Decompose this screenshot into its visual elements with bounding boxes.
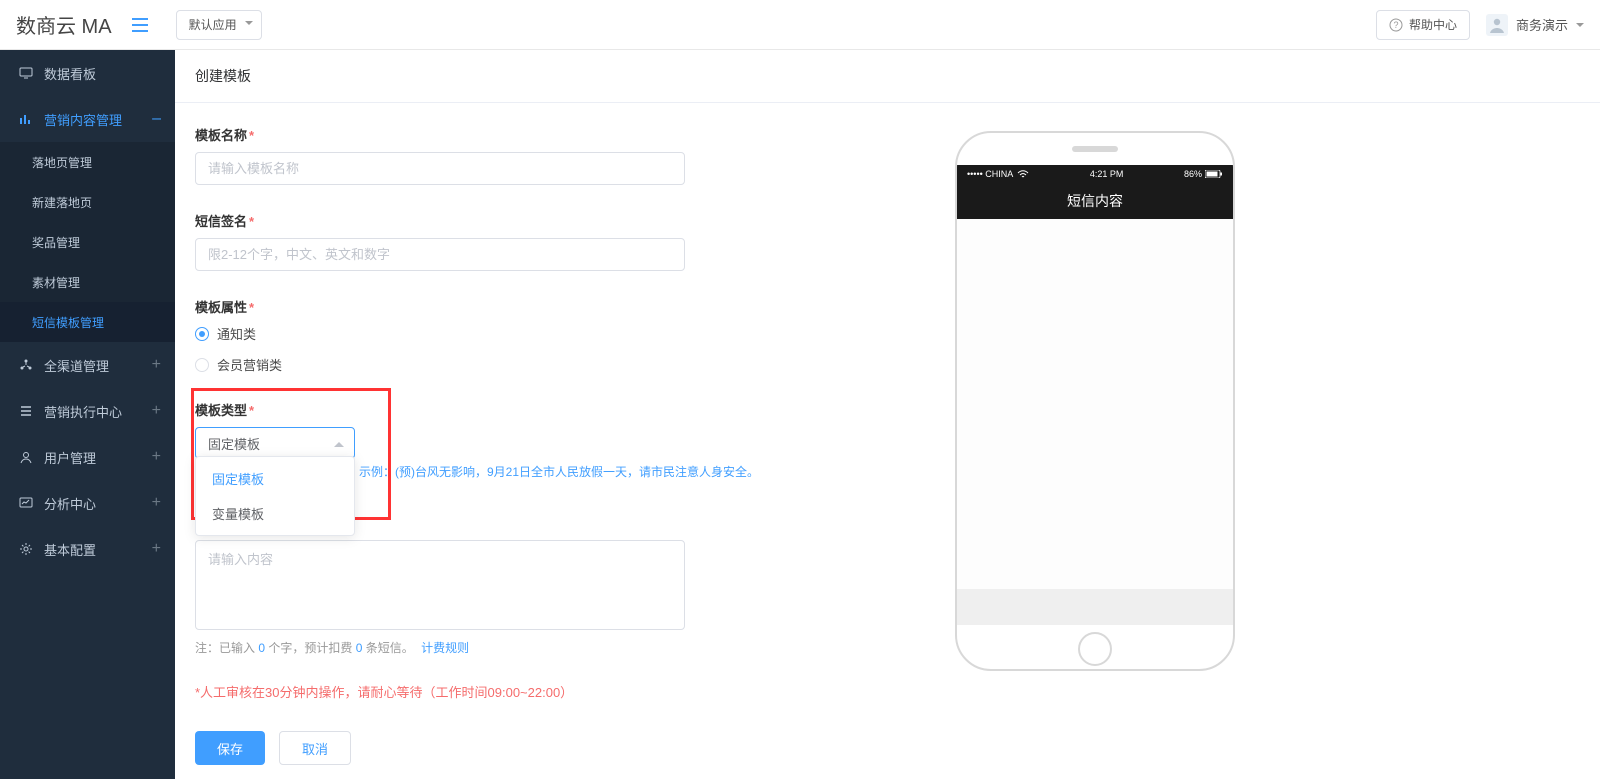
- template-type-dropdown: 固定模板 变量模板: [195, 456, 355, 536]
- radio-icon: [195, 327, 209, 341]
- home-button-icon: [1078, 632, 1112, 666]
- user-menu[interactable]: 商务演示: [1486, 14, 1584, 36]
- expand-icon: +: [152, 357, 161, 373]
- template-type-select[interactable]: 固定模板: [195, 427, 355, 459]
- phone-status-bar: ••••• CHINA 4:21 PM 86%: [957, 165, 1233, 183]
- chart-icon: [18, 111, 34, 127]
- review-warning: *人工审核在30分钟内操作，请耐心等待（工作时间09:00~22:00）: [195, 682, 915, 701]
- collapse-icon: –: [152, 111, 161, 127]
- page-title: 创建模板: [175, 50, 1600, 103]
- help-center-button[interactable]: ? 帮助中心: [1376, 10, 1470, 40]
- sidebar-item-omnichannel[interactable]: 全渠道管理 +: [0, 342, 175, 388]
- sidebar-sub-asset-manage[interactable]: 素材管理: [0, 262, 175, 302]
- template-attr-label: 模板属性*: [195, 297, 915, 316]
- save-button[interactable]: 保存: [195, 731, 265, 765]
- dropdown-item-variable[interactable]: 变量模板: [196, 496, 354, 531]
- sms-content-input[interactable]: [195, 540, 685, 630]
- phone-preview-title: 短信内容: [957, 183, 1233, 219]
- battery-icon: [1205, 170, 1223, 178]
- sidebar-sub-landing-manage[interactable]: 落地页管理: [0, 142, 175, 182]
- sidebar-item-marketing-content[interactable]: 营销内容管理 –: [0, 96, 175, 142]
- list-icon: [18, 403, 34, 419]
- radio-notify[interactable]: 通知类: [195, 324, 915, 343]
- sidebar-item-analytics[interactable]: 分析中心 +: [0, 480, 175, 526]
- sidebar-sub-sms-template[interactable]: 短信模板管理: [0, 302, 175, 342]
- monitor-icon: [18, 65, 34, 81]
- sidebar-sub-landing-new[interactable]: 新建落地页: [0, 182, 175, 222]
- wifi-icon: [1017, 170, 1029, 179]
- app-selector-label: 默认应用: [189, 16, 237, 33]
- phone-speaker: [1072, 146, 1118, 152]
- template-type-label: 模板类型*: [195, 400, 915, 419]
- phone-preview: ••••• CHINA 4:21 PM 86% 短信内容: [955, 131, 1235, 671]
- billing-rules-link[interactable]: 计费规则: [421, 641, 469, 655]
- sidebar-sub-prize-manage[interactable]: 奖品管理: [0, 222, 175, 262]
- expand-icon: +: [152, 541, 161, 557]
- radio-icon: [195, 358, 209, 372]
- sidebar-item-user-manage[interactable]: 用户管理 +: [0, 434, 175, 480]
- sidebar-item-settings[interactable]: 基本配置 +: [0, 526, 175, 572]
- analytics-icon: [18, 495, 34, 511]
- user-avatar-icon: [1486, 14, 1508, 36]
- user-icon: [18, 449, 34, 465]
- app-logo: 数商云 MA: [16, 10, 112, 39]
- app-selector[interactable]: 默认应用: [176, 10, 262, 40]
- phone-preview-footer: [957, 589, 1233, 625]
- menu-toggle-icon[interactable]: [124, 9, 156, 41]
- gear-icon: [18, 541, 34, 557]
- sms-signature-input[interactable]: [195, 238, 685, 271]
- phone-preview-body: [957, 219, 1233, 589]
- chevron-up-icon: [334, 437, 344, 447]
- network-icon: [18, 357, 34, 373]
- caret-down-icon: [245, 21, 253, 29]
- sms-signature-label: 短信签名*: [195, 211, 915, 230]
- help-icon: ?: [1389, 18, 1403, 32]
- radio-member-marketing[interactable]: 会员营销类: [195, 355, 915, 374]
- cancel-button[interactable]: 取消: [279, 731, 351, 765]
- template-name-input[interactable]: [195, 152, 685, 185]
- svg-text:?: ?: [1393, 20, 1398, 30]
- sidebar: 数据看板 营销内容管理 – 落地页管理 新建落地页 奖品管理 素材管理 短信模板…: [0, 50, 175, 779]
- expand-icon: +: [152, 495, 161, 511]
- char-counter: 注：已输入 0 个字，预计扣费 0 条短信。 计费规则: [195, 639, 915, 656]
- sidebar-item-dashboard[interactable]: 数据看板: [0, 50, 175, 96]
- expand-icon: +: [152, 403, 161, 419]
- dropdown-item-fixed[interactable]: 固定模板: [196, 461, 354, 496]
- template-name-label: 模板名称*: [195, 125, 915, 144]
- expand-icon: +: [152, 449, 161, 465]
- sidebar-item-execution-center[interactable]: 营销执行中心 +: [0, 388, 175, 434]
- caret-down-icon: [1576, 23, 1584, 31]
